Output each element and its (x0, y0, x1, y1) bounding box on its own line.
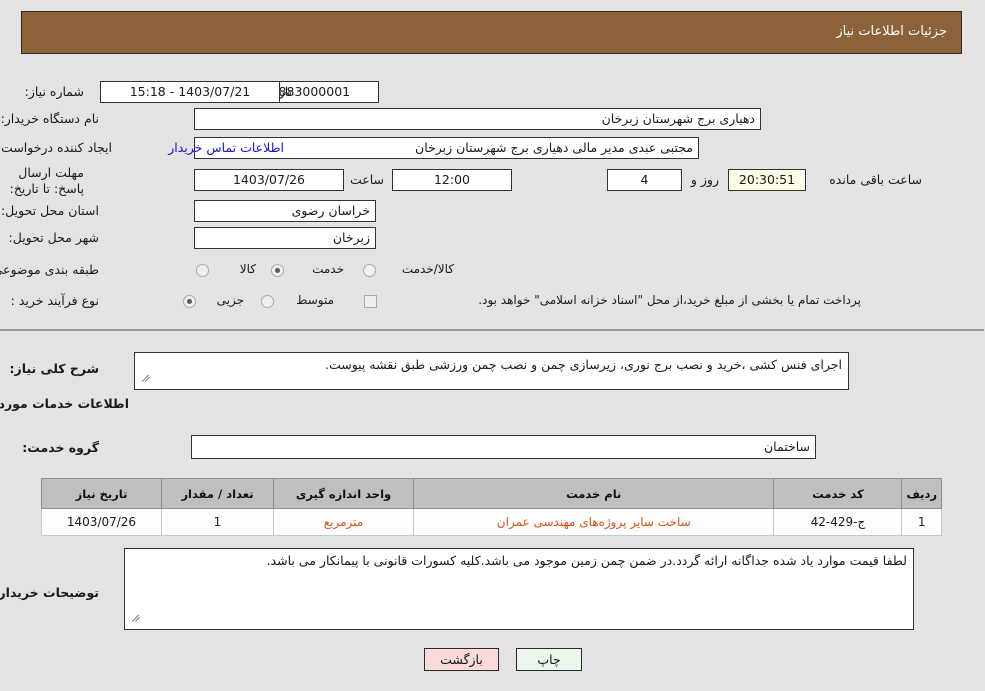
cell-name: ساخت سایر پروژه‌های مهندسی عمران (413, 508, 776, 536)
label-category: طبقه بندی موضوعی: (0, 262, 100, 277)
radio-process-minor[interactable] (184, 295, 197, 308)
general-description-textarea[interactable]: اجرای فنس کشی ،خرید و نصب برج نوری، زیرس… (135, 352, 850, 390)
col-unit: واحد اندازه گیری (274, 478, 415, 509)
label-city: شهر محل تحویل: (9, 230, 100, 245)
label-process-type: نوع فرآیند خرید : (11, 293, 100, 308)
deadline-hour-field[interactable]: 12:00 (393, 169, 513, 191)
buyer-contact-link[interactable]: اطلاعات تماس خریدار (169, 140, 285, 155)
province-field[interactable]: خراسان رضوی (195, 200, 377, 222)
cell-qty: 1 (162, 508, 275, 536)
services-table: ردیف کد خدمت نام خدمت واحد اندازه گیری ت… (42, 478, 943, 536)
table-row: 1 ج-429-42 ساخت سایر پروژه‌های مهندسی عم… (42, 508, 943, 536)
description-resize-grip[interactable] (142, 372, 152, 382)
buyer-notes-textarea[interactable]: لطفا قیمت موارد یاد شده جداگانه ارائه گر… (125, 548, 915, 630)
label-hours-remaining: ساعت باقی مانده (830, 172, 923, 187)
print-button[interactable]: چاپ (517, 648, 583, 671)
top-info-panel (0, 64, 985, 330)
label-days: روز و (691, 172, 720, 187)
label-deadline-hour: ساعت (350, 172, 385, 187)
radio-label-category-goods: کالا (240, 262, 257, 276)
page-title-bar: جزئیات اطلاعات نیاز (22, 11, 963, 54)
radio-label-process-minor: جزیی (217, 293, 245, 307)
cell-code: ج-429-42 (774, 508, 904, 536)
label-province: استان محل تحویل: (1, 203, 100, 218)
city-field[interactable]: زبرخان (195, 227, 377, 249)
services-section-heading: اطلاعات خدمات مورد نیاز (0, 396, 130, 411)
cell-need-date: 1403/07/26 (42, 508, 163, 536)
cell-row: 1 (902, 508, 943, 536)
radio-process-medium[interactable] (262, 295, 275, 308)
page-title: جزئیات اطلاعات نیاز (837, 24, 948, 39)
buyer-org-field[interactable]: دهیاری برج شهرستان زبرخان (195, 108, 762, 130)
back-button[interactable]: بازگشت (425, 648, 500, 671)
col-need-date: تاریخ نیاز (42, 478, 163, 509)
label-deadline: مهلت ارسال پاسخ: تا تاریخ: (10, 165, 85, 196)
label-buyer-org: نام دستگاه خریدار: (1, 111, 100, 126)
col-row: ردیف (902, 478, 943, 509)
announce-datetime-field[interactable]: 1403/07/21 - 15:18 (101, 81, 281, 103)
radio-category-service[interactable] (272, 264, 285, 277)
countdown-timer-field: 20:30:51 (729, 169, 807, 191)
treasury-checkbox[interactable] (365, 295, 378, 308)
remaining-days-field[interactable]: 4 (608, 169, 683, 191)
radio-label-category-service: خدمت (313, 262, 345, 276)
label-general-description: شرح کلی نیاز: (10, 361, 100, 376)
deadline-date-field[interactable]: 1403/07/26 (195, 169, 345, 191)
col-name: نام خدمت (413, 478, 776, 509)
treasury-checkbox-label: پرداخت تمام یا بخشی از مبلغ خرید،از محل … (479, 293, 862, 307)
radio-label-category-goods-service: کالا/خدمت (402, 262, 455, 276)
buyer-notes-resize-grip[interactable] (132, 612, 142, 622)
radio-label-process-medium: متوسط (297, 293, 335, 307)
radio-category-goods-service[interactable] (364, 264, 377, 277)
label-need-number: شماره نیاز: (25, 84, 85, 99)
table-header-row: ردیف کد خدمت نام خدمت واحد اندازه گیری ت… (42, 478, 943, 509)
col-qty: تعداد / مقدار (162, 478, 275, 509)
label-buyer-notes: توضیحات خریدار: (0, 585, 100, 600)
col-code: کد خدمت (774, 478, 904, 509)
page-root: AriaTender.net جزئیات اطلاعات نیاز شماره… (0, 0, 985, 691)
label-creator: ایجاد کننده درخواست: (0, 140, 113, 155)
label-service-group: گروه خدمت: (23, 440, 100, 455)
radio-category-goods[interactable] (197, 264, 210, 277)
service-group-field[interactable]: ساختمان (192, 435, 817, 459)
cell-unit: مترمربع (274, 508, 415, 536)
